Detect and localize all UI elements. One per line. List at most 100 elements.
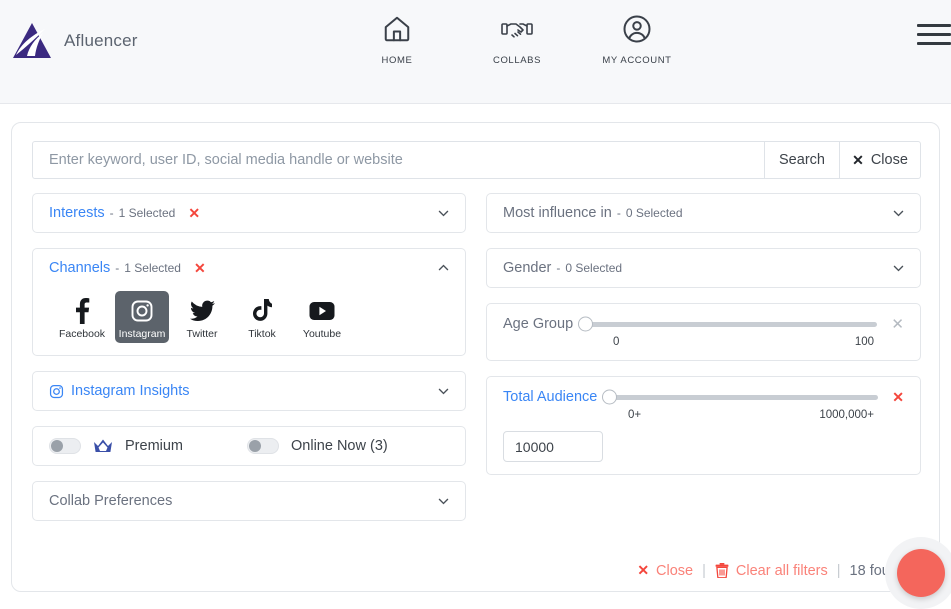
footer-divider: | xyxy=(702,563,706,579)
nav-label-collabs: COLLABS xyxy=(493,55,541,66)
online-now-toggle[interactable] xyxy=(247,438,279,454)
filter-interests: Interests - 1 Selected ✕ xyxy=(32,193,466,233)
age-group-title: Age Group xyxy=(503,316,573,332)
chevron-up-icon[interactable] xyxy=(437,262,450,275)
brand[interactable]: Afluencer xyxy=(12,22,138,60)
filter-channels-title: Channels xyxy=(49,260,110,276)
clear-channels-icon[interactable]: ✕ xyxy=(194,261,206,275)
youtube-icon xyxy=(309,297,335,325)
filters-right-column: Most influence in - 0 Selected Gender - … xyxy=(486,193,921,490)
x-icon: ✕ xyxy=(637,562,649,579)
filter-interests-title: Interests xyxy=(49,205,105,221)
channel-options: Facebook Instagram xyxy=(33,287,465,355)
filter-gender-separator: - xyxy=(556,261,560,275)
filter-age-group: Age Group ✕ 0 100 xyxy=(486,303,921,361)
filter-most-influence-in-title: Most influence in xyxy=(503,205,612,221)
filter-most-influence-in-selected: 0 Selected xyxy=(626,206,683,220)
footer-close-button[interactable]: ✕ Close xyxy=(637,562,693,579)
chat-bubble-icon[interactable] xyxy=(897,549,945,597)
footer-close-label: Close xyxy=(656,563,693,579)
filter-collab-preferences: Collab Preferences xyxy=(32,481,466,521)
filter-instagram-insights-title: Instagram Insights xyxy=(71,383,189,399)
total-audience-input[interactable] xyxy=(503,431,603,462)
filter-total-audience: Total Audience ✕ 0+ 1000,000+ xyxy=(486,376,921,475)
filter-channels: Channels - 1 Selected ✕ Facebook xyxy=(32,248,466,356)
total-audience-slider-row: Total Audience ✕ xyxy=(503,377,904,411)
filter-instagram-insights: Instagram Insights xyxy=(32,371,466,411)
app-header: Afluencer HOME COLLABS xyxy=(0,0,951,104)
age-group-scale: 0 100 xyxy=(613,336,874,348)
filter-collab-preferences-header[interactable]: Collab Preferences xyxy=(33,482,465,520)
channel-option-tiktok[interactable]: Tiktok xyxy=(235,291,289,343)
total-audience-slider[interactable] xyxy=(609,395,878,400)
filter-collab-preferences-title: Collab Preferences xyxy=(49,493,172,509)
handshake-icon xyxy=(501,8,533,50)
clear-interests-icon[interactable]: ✕ xyxy=(188,206,200,220)
chevron-down-icon[interactable] xyxy=(437,385,450,398)
filter-gender-header[interactable]: Gender - 0 Selected xyxy=(487,249,920,287)
filter-most-influence-in-header[interactable]: Most influence in - 0 Selected xyxy=(487,194,920,232)
clear-all-filters-label: Clear all filters xyxy=(736,563,828,579)
crown-icon xyxy=(93,438,113,454)
filters-left-column: Interests - 1 Selected ✕ Channels - 1 Se… xyxy=(32,193,466,536)
age-group-max: 100 xyxy=(855,336,874,348)
total-audience-title: Total Audience xyxy=(503,389,597,405)
channel-label-instagram: Instagram xyxy=(119,328,166,340)
filter-gender-title: Gender xyxy=(503,260,551,276)
premium-label: Premium xyxy=(125,438,183,454)
filter-instagram-insights-header[interactable]: Instagram Insights xyxy=(33,372,465,410)
toggle-row: Premium Online Now (3) xyxy=(33,427,465,465)
search-button[interactable]: Search xyxy=(765,141,840,179)
chevron-down-icon[interactable] xyxy=(437,495,450,508)
twitter-icon xyxy=(190,297,215,325)
channel-option-facebook[interactable]: Facebook xyxy=(55,291,109,343)
filter-channels-header[interactable]: Channels - 1 Selected ✕ xyxy=(33,249,465,287)
filter-gender-selected: 0 Selected xyxy=(565,261,622,275)
afluencer-triangle-logo xyxy=(12,22,52,60)
filter-gender: Gender - 0 Selected xyxy=(486,248,921,288)
age-group-slider-knob[interactable] xyxy=(578,317,593,332)
instagram-icon xyxy=(130,297,154,325)
trash-icon xyxy=(715,563,729,578)
filter-footer: ✕ Close | Clear all filters | 18 found xyxy=(637,562,906,579)
total-audience-min: 0+ xyxy=(628,409,641,421)
brand-name: Afluencer xyxy=(64,31,138,51)
chevron-down-icon[interactable] xyxy=(437,207,450,220)
hamburger-menu-icon[interactable] xyxy=(917,24,951,54)
filter-most-influence-in-separator: - xyxy=(617,206,621,220)
age-group-slider-row: Age Group ✕ xyxy=(503,304,904,338)
search-input[interactable] xyxy=(32,141,765,179)
clear-age-group-icon[interactable]: ✕ xyxy=(891,317,904,332)
filter-interests-separator: - xyxy=(110,206,114,220)
channel-option-instagram[interactable]: Instagram xyxy=(115,291,169,343)
total-audience-slider-knob[interactable] xyxy=(602,390,617,405)
facebook-icon xyxy=(74,297,90,325)
chevron-down-icon[interactable] xyxy=(892,207,905,220)
clear-total-audience-icon[interactable]: ✕ xyxy=(892,390,904,404)
home-icon xyxy=(382,8,412,50)
online-now-label: Online Now (3) xyxy=(291,438,388,454)
filter-interests-header[interactable]: Interests - 1 Selected ✕ xyxy=(33,194,465,232)
age-group-slider[interactable] xyxy=(585,322,877,327)
nav-item-home[interactable]: HOME xyxy=(360,8,434,66)
nav-item-my-account[interactable]: MY ACCOUNT xyxy=(600,8,674,66)
main-nav: HOME COLLABS M xyxy=(360,8,674,66)
clear-all-filters-button[interactable]: Clear all filters xyxy=(715,563,828,579)
footer-divider: | xyxy=(837,563,841,579)
user-circle-icon xyxy=(622,8,652,50)
instagram-icon xyxy=(49,384,64,399)
filter-channels-separator: - xyxy=(115,261,119,275)
tiktok-icon xyxy=(252,297,272,325)
channel-option-youtube[interactable]: Youtube xyxy=(295,291,349,343)
hamburger-bar xyxy=(917,24,951,27)
nav-item-collabs[interactable]: COLLABS xyxy=(480,8,554,66)
nav-label-home: HOME xyxy=(382,55,413,66)
chevron-down-icon[interactable] xyxy=(892,262,905,275)
premium-toggle[interactable] xyxy=(49,438,81,454)
channel-option-twitter[interactable]: Twitter xyxy=(175,291,229,343)
close-search-button[interactable]: ✕ Close xyxy=(840,141,921,179)
hamburger-bar xyxy=(917,33,951,36)
filter-channels-selected: 1 Selected xyxy=(124,261,181,275)
filter-toggles: Premium Online Now (3) xyxy=(32,426,466,466)
search-button-label: Search xyxy=(779,152,825,168)
